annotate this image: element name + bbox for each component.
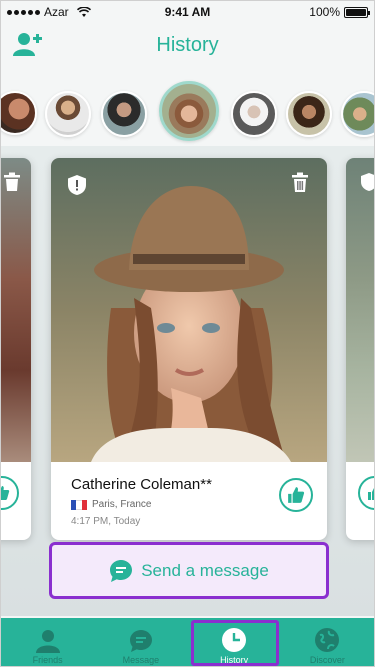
wifi-icon [76, 6, 91, 17]
tab-label: Friends [32, 655, 63, 665]
profile-photo-image [51, 158, 327, 462]
history-avatar[interactable] [286, 91, 332, 137]
message-icon [129, 630, 152, 652]
history-avatar-selected[interactable] [159, 81, 219, 141]
tab-message[interactable]: Message [94, 618, 187, 666]
previous-card-photo [1, 158, 31, 462]
tab-label: Message [122, 655, 160, 665]
report-button[interactable] [67, 174, 87, 201]
history-avatar-strip [1, 79, 374, 143]
france-flag-icon [71, 499, 87, 510]
history-icon [222, 628, 247, 652]
friends-icon [35, 630, 60, 653]
history-card[interactable]: Catherine Coleman** Paris, France 4:17 P… [51, 158, 327, 540]
profile-name: Catherine Coleman** [71, 476, 212, 493]
profile-photo [51, 158, 327, 462]
thumbs-up-icon [288, 487, 305, 503]
thumbs-up-icon [1, 486, 10, 500]
card-info: Catherine Coleman** Paris, France 4:17 P… [51, 462, 327, 540]
nav-header: History [1, 23, 374, 67]
history-avatar[interactable] [101, 91, 147, 137]
page-title: History [156, 33, 219, 56]
status-bar: Azar 9:41 AM 100% [1, 1, 374, 23]
match-timestamp: 4:17 PM, Today [71, 516, 141, 527]
battery-icon [344, 6, 370, 18]
thumbs-up-icon [368, 488, 374, 500]
like-button[interactable] [279, 478, 313, 512]
delete-icon[interactable] [3, 172, 21, 192]
add-friend-button[interactable] [13, 31, 43, 59]
discover-icon [315, 628, 340, 652]
tab-friends[interactable]: Friends [1, 618, 94, 666]
send-message-button[interactable]: Send a message [49, 542, 329, 599]
history-avatar[interactable] [1, 91, 37, 135]
delete-button[interactable] [291, 172, 309, 198]
report-icon[interactable] [360, 172, 375, 192]
tab-label: Discover [309, 655, 345, 665]
app-frame: Azar 9:41 AM 100% History Catherine Cole… [0, 0, 375, 667]
tab-history[interactable]: History [187, 618, 281, 666]
tab-label: History [220, 655, 249, 665]
profile-location: Paris, France [92, 499, 152, 510]
history-avatar[interactable] [45, 91, 91, 137]
trash-icon [292, 172, 308, 192]
carrier-label: Azar [44, 5, 69, 19]
next-card-photo [346, 158, 374, 462]
signal-icon [7, 9, 40, 15]
add-user-icon [13, 33, 42, 56]
shield-alert-icon [68, 175, 86, 195]
history-avatar[interactable] [341, 91, 374, 137]
battery-percent: 100% [309, 5, 340, 19]
history-avatar[interactable] [231, 91, 277, 137]
send-message-label: Send a message [141, 560, 269, 580]
chat-bubble-icon [110, 559, 133, 582]
bottom-tab-bar: Friends Message History Discover [1, 618, 374, 666]
tab-discover[interactable]: Discover [281, 618, 374, 666]
